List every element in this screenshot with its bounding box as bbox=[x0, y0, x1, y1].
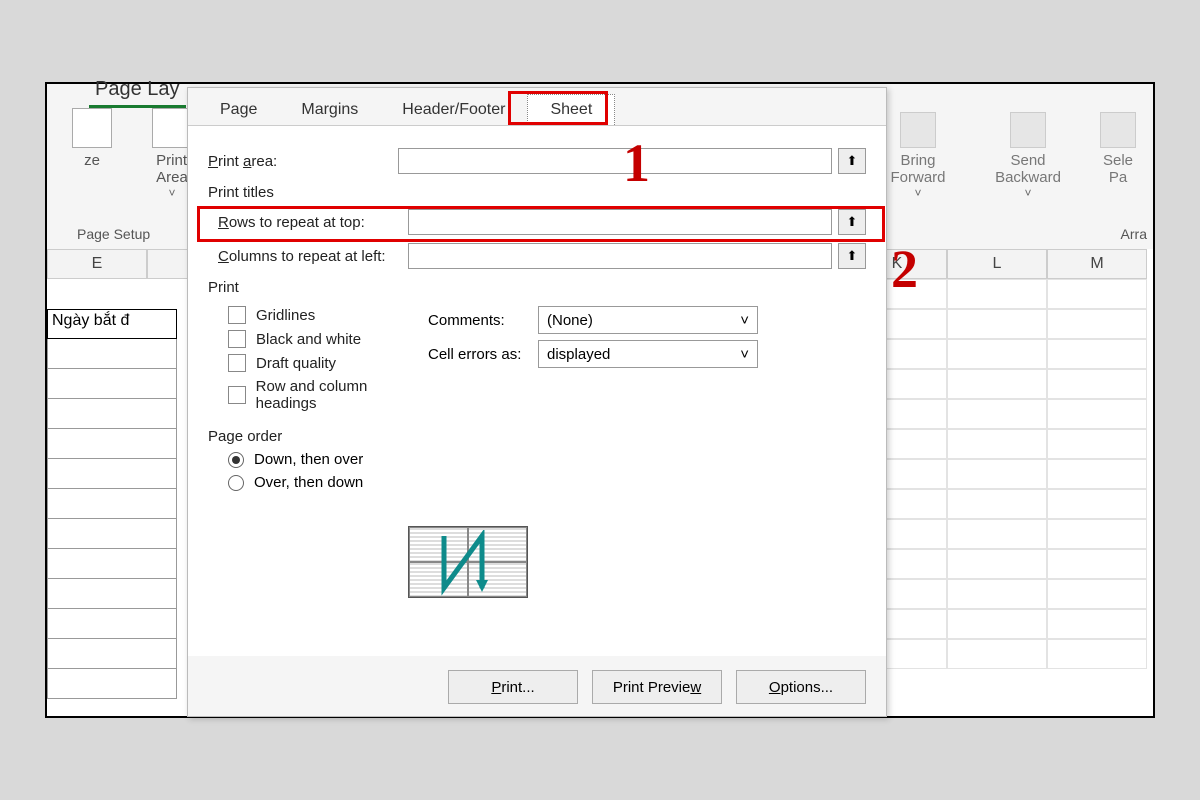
annotation-box-sheet-tab bbox=[508, 91, 608, 125]
cols-repeat-input[interactable] bbox=[408, 243, 832, 269]
chevron-down-icon: ˅ bbox=[1024, 186, 1031, 200]
selection-label: Sele Pa bbox=[1103, 152, 1133, 186]
tab-page-layout[interactable]: Page Lay bbox=[89, 78, 186, 108]
print-area-label: Print Area bbox=[156, 152, 188, 186]
tab-header-footer[interactable]: Header/Footer bbox=[380, 95, 527, 125]
down-then-over-label: Down, then over bbox=[254, 451, 363, 468]
comments-label: Comments: bbox=[428, 312, 538, 329]
annotation-number-2: 2 bbox=[891, 238, 918, 300]
chevron-down-icon: ˅ bbox=[914, 186, 921, 200]
col-header[interactable]: L bbox=[947, 249, 1047, 279]
over-then-down-label: Over, then down bbox=[254, 474, 363, 491]
print-titles-section: Print titles bbox=[208, 184, 866, 201]
print-area-label: PPrint area:rint area: bbox=[208, 153, 398, 170]
chevron-down-icon: ˅ bbox=[740, 346, 749, 363]
gridlines-checkbox[interactable] bbox=[228, 306, 246, 324]
chevron-down-icon: ˅ bbox=[168, 186, 175, 200]
cell-ngay[interactable]: Ngày bắt đ bbox=[47, 309, 177, 339]
print-button[interactable]: Print... bbox=[448, 670, 578, 704]
selection-pane-icon bbox=[1100, 112, 1136, 148]
cell-errors-dropdown[interactable]: displayed˅ bbox=[538, 340, 758, 368]
size-button[interactable]: ze bbox=[57, 108, 127, 200]
grid-right bbox=[847, 279, 1153, 716]
selection-pane-button[interactable]: Sele Pa bbox=[1093, 112, 1143, 200]
print-section: Print bbox=[208, 279, 866, 296]
page-setup-dialog: Page Margins Header/Footer Sheet PPrint … bbox=[187, 87, 887, 717]
annotation-number-1: 1 bbox=[623, 132, 650, 194]
collapse-dialog-icon[interactable]: ⬆ bbox=[838, 243, 866, 269]
cell-errors-label: Cell errors as: bbox=[428, 346, 538, 363]
app-frame: Page Lay ze Print Area ˅ Page Setup Brin… bbox=[45, 82, 1155, 718]
print-preview-button[interactable]: Print Preview bbox=[592, 670, 722, 704]
bw-label: Black and white bbox=[256, 331, 361, 348]
rc-headings-checkbox[interactable] bbox=[228, 386, 246, 404]
print-area-input[interactable] bbox=[398, 148, 832, 174]
bring-forward-label: Bring Forward bbox=[890, 152, 945, 186]
comments-dropdown[interactable]: (None)˅ bbox=[538, 306, 758, 334]
page-setup-group-label: Page Setup bbox=[77, 226, 150, 242]
page-size-icon bbox=[72, 108, 112, 148]
print-area-icon bbox=[152, 108, 192, 148]
down-then-over-radio[interactable] bbox=[228, 452, 244, 468]
size-label: ze bbox=[84, 152, 100, 169]
send-backward-label: Send Backward bbox=[995, 152, 1061, 186]
send-backward-button[interactable]: Send Backward ˅ bbox=[983, 112, 1073, 200]
col-header[interactable]: E bbox=[47, 249, 147, 279]
options-button[interactable]: Options... bbox=[736, 670, 866, 704]
tab-margins[interactable]: Margins bbox=[279, 95, 380, 125]
over-then-down-radio[interactable] bbox=[228, 475, 244, 491]
cols-repeat-label: Columns to repeat at left: bbox=[218, 248, 408, 265]
row-cells-left bbox=[47, 339, 177, 716]
rc-headings-label: Row and column headings bbox=[256, 378, 428, 412]
col-header[interactable]: M bbox=[1047, 249, 1147, 279]
draft-label: Draft quality bbox=[256, 355, 336, 372]
collapse-dialog-icon[interactable]: ⬆ bbox=[838, 148, 866, 174]
page-order-illustration bbox=[408, 526, 528, 598]
chevron-down-icon: ˅ bbox=[740, 312, 749, 329]
tab-page[interactable]: Page bbox=[198, 95, 279, 125]
draft-checkbox[interactable] bbox=[228, 354, 246, 372]
annotation-box-rows-repeat bbox=[197, 206, 885, 242]
send-backward-icon bbox=[1010, 112, 1046, 148]
bw-checkbox[interactable] bbox=[228, 330, 246, 348]
bring-forward-icon bbox=[900, 112, 936, 148]
arrange-group-label: Arra bbox=[1121, 226, 1147, 242]
page-order-section: Page order bbox=[208, 428, 866, 445]
gridlines-label: Gridlines bbox=[256, 307, 315, 324]
